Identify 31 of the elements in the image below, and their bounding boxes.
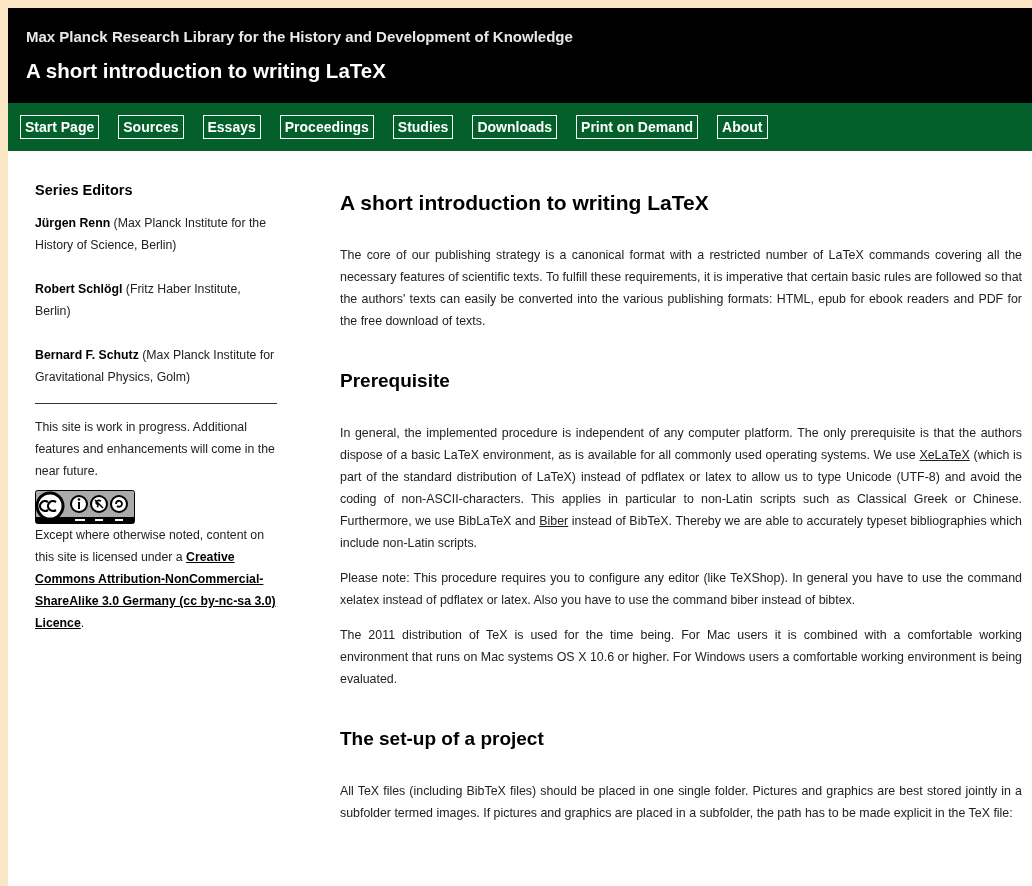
nav-button[interactable]: Proceedings: [279, 115, 374, 139]
editor-entry: Bernard F. Schutz (Max Planck Institute for Gravitational Physics, Golm): [35, 347, 276, 386]
nav-button[interactable]: Start Page: [20, 115, 100, 139]
nav-button[interactable]: Sources: [118, 115, 184, 139]
text-link[interactable]: Creative: [186, 550, 235, 564]
text-link[interactable]: Commons Attribution-NonCommercial-: [35, 572, 264, 586]
section-heading: Prerequisite: [340, 369, 451, 393]
editor-entry: Robert Schlögl (Fritz Haber Institute, Berlin): [35, 281, 242, 320]
text-link[interactable]: XeLaTeX: [919, 448, 970, 462]
license-badge-icon[interactable]: [35, 490, 135, 524]
article-title: A short introduction to writing LaTeX: [340, 190, 710, 216]
paragraph: All TeX files (including BibTeX files) should be placed in one single folder. Pictures and graphics are best stored jointly in a subfolder termed images. If pictures and graphics are placed in a subfolder, the path has to be made explicit in the TeX file:: [340, 783, 1022, 822]
site-note: This site is work in progress. Additional features and enhancements will come in the near future.: [35, 419, 276, 480]
license-text: Except where otherwise noted, content on this site is licensed under a Creative Commons Attribution-NonCommercial- ShareAlike 3.0 Germany (cc by-nc-sa 3.0) Licence.: [35, 527, 277, 632]
paragraph: In general, the implemented procedure is independent of any computer platform. The only prerequisite is that the authors dispose of a basic LaTeX environment, as is available for all commonly used operating systems. We use XeLaTeX (which is part of the standard distribution of LaTeX) instead of pdflatex or latex to allow us to type Unicode (UTF-8) and avoid the coding of non-ASCII-characters. This applies in particular to non-Latin scripts such as Classical Greek or Chinese. Furthermore, we use BibLaTeX and Biber instead of BibTeX. Thereby we are able to accurately typeset bibliographies which include non-Latin scripts.: [340, 425, 1022, 552]
nav-button[interactable]: Downloads: [472, 115, 558, 139]
section-heading: The set-up of a project: [340, 727, 545, 751]
nav-button[interactable]: Essays: [202, 115, 261, 139]
text-link[interactable]: Licence: [35, 616, 81, 630]
page-title: A short introduction to writing LaTeX: [26, 59, 387, 83]
nav-button[interactable]: About: [717, 115, 768, 139]
site-subtitle: Max Planck Research Library for the History and Development of Knowledge: [26, 28, 574, 45]
paragraph: The core of our publishing strategy is a canonical format with a restricted number of LaTeX commands covering all the necessary features of scientific texts. To fulfill these requirements, it is imperative that certain basic rules are followed so that the authors' texts can easily be converted into the various publishing formats: HTML, epub for ebook readers and PDF for the free download of texts.: [340, 247, 1022, 330]
editor-entry: Jürgen Renn (Max Planck Institute for the History of Science, Berlin): [35, 215, 267, 254]
nav-button[interactable]: Print on Demand: [576, 115, 699, 139]
text-link[interactable]: Biber: [539, 514, 569, 528]
paragraph: Please note: This procedure requires you to configure any editor (like TeXShop). In general you have to use the command xelatex instead of pdflatex or latex. Also you have to use the command biber instead of bibtex.: [340, 570, 1022, 609]
text-link[interactable]: ShareAlike 3.0 Germany (cc by-nc-sa 3.0): [35, 594, 276, 608]
nav-button[interactable]: Studies: [392, 115, 454, 139]
paragraph: The 2011 distribution of TeX is used for the time being. For Mac users it is combined with a comfortable working environment that runs on Mac systems OS X 10.6 or higher. For Windows users a comfortable working environment is being evaluated.: [340, 627, 1022, 688]
sidebar-heading: Series Editors: [35, 181, 134, 200]
